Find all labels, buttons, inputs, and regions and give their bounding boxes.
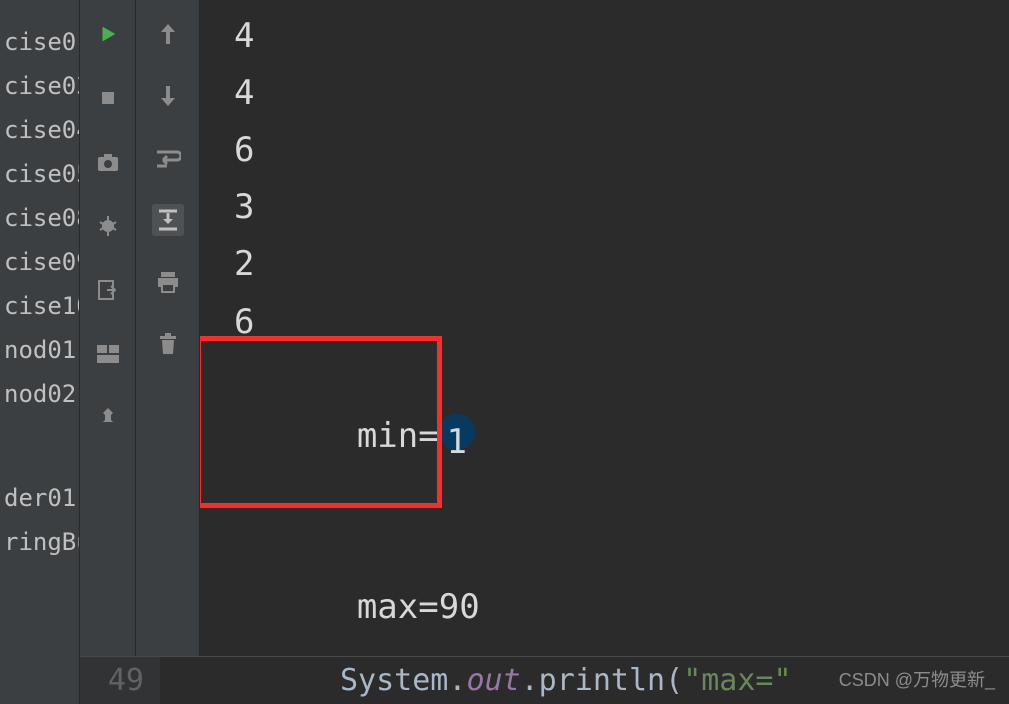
debug-icon[interactable] <box>92 210 124 242</box>
max-label: max= <box>357 587 439 627</box>
output-line: 4 <box>234 8 985 65</box>
code-token: System. <box>340 663 466 698</box>
project-item[interactable]: cise01 <box>0 20 79 64</box>
editor-code[interactable]: System.out.println("max=" <box>160 663 1009 698</box>
project-item[interactable]: der01 <box>0 476 79 520</box>
print-icon[interactable] <box>152 266 184 298</box>
console-output[interactable]: 4 4 6 3 2 6 min=1 max=90 Process finishe… <box>200 0 1009 656</box>
project-item[interactable]: nod02 <box>0 372 79 416</box>
output-line-max: max=90 <box>234 522 985 656</box>
output-line: 6 <box>234 122 985 179</box>
console-toolbar-right <box>136 0 200 656</box>
line-number: 49 <box>80 657 160 704</box>
project-item[interactable]: cise09 <box>0 240 79 284</box>
run-tool-window: 4 4 6 3 2 6 min=1 max=90 Process finishe… <box>80 0 1009 656</box>
arrow-up-icon[interactable] <box>152 18 184 50</box>
output-line: 6 <box>234 294 985 351</box>
project-panel: cise01 cise03 cise04 cise05 cise08 cise0… <box>0 0 80 704</box>
pin-icon[interactable] <box>92 402 124 434</box>
output-line: 3 <box>234 179 985 236</box>
project-item[interactable]: cise05 <box>0 152 79 196</box>
trash-icon[interactable] <box>152 328 184 360</box>
text-cursor-highlight: 1 <box>439 414 475 450</box>
exit-icon[interactable] <box>92 274 124 306</box>
output-line: 2 <box>234 236 985 293</box>
camera-icon[interactable] <box>92 146 124 178</box>
output-line-min: min=1 <box>234 351 985 522</box>
project-item[interactable]: cise03 <box>0 64 79 108</box>
project-item[interactable]: nod01 <box>0 328 79 372</box>
min-label: min= <box>357 416 439 456</box>
scroll-to-end-icon[interactable] <box>152 204 184 236</box>
code-token: .println( <box>521 663 684 698</box>
layout-icon[interactable] <box>92 338 124 370</box>
arrow-down-icon[interactable] <box>152 80 184 112</box>
output-line: 4 <box>234 65 985 122</box>
project-item[interactable]: cise08 <box>0 196 79 240</box>
run-icon[interactable] <box>92 18 124 50</box>
project-item[interactable]: ringBu <box>0 520 79 564</box>
project-item[interactable]: cise04 <box>0 108 79 152</box>
editor-line: 49 System.out.println("max=" <box>80 656 1009 704</box>
console-toolbar-left <box>80 0 136 656</box>
soft-wrap-icon[interactable] <box>152 142 184 174</box>
max-value: 90 <box>439 587 480 627</box>
project-item[interactable]: cise10 <box>0 284 79 328</box>
code-token: "max=" <box>683 663 791 698</box>
stop-icon[interactable] <box>92 82 124 114</box>
code-token: out <box>466 663 520 698</box>
